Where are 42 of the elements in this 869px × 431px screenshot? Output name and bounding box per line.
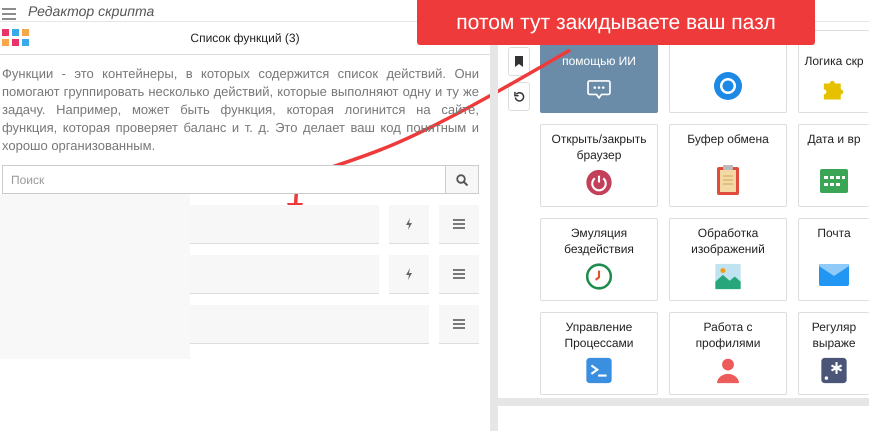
grid-logo-icon [2,29,30,47]
lightning-icon [405,218,413,230]
search-button[interactable] [445,166,478,193]
menu-icon [453,319,465,329]
panel-title: Список функций (3) [189,31,301,45]
action-tile[interactable]: Обработка изображений [669,218,787,301]
tile-label: помощью ИИ [562,53,636,69]
menu-button[interactable] [439,205,479,244]
tile-label: Эмуляция бездействия [563,225,635,257]
history-icon [514,91,524,102]
action-tile[interactable]: Буфер обмена [669,124,787,207]
tile-label: Логика скр [804,53,864,69]
action-tile[interactable]: Открыть/закрыть браузер [540,124,658,207]
action-tile[interactable]: Эмуляция бездействия [540,218,658,301]
tile-label: Буфер обмена [687,131,769,147]
action-tile[interactable]: Почта [798,218,869,301]
lightning-icon [405,268,413,280]
menu-icon[interactable] [2,8,16,20]
action-tile[interactable]: Логика скр [798,30,869,113]
ring-icon [712,70,744,102]
action-tile[interactable]: Регуляр выраже [798,312,869,395]
menu-button[interactable] [439,305,479,344]
bookmark-button[interactable] [508,47,530,76]
bookmark-icon [515,56,523,67]
tile-label: Работа с профилями [694,319,762,351]
history-button[interactable] [508,82,530,111]
window-title: Редактор скрипта [28,2,154,18]
search-icon [456,174,468,186]
menu-icon [453,269,465,279]
tile-label: Обработка изображений [690,225,766,257]
tile-label: Открыть/закрыть браузер [550,131,648,163]
action-tile[interactable]: Дата и вр [798,124,869,207]
tile-label: Дата и вр [808,131,860,147]
tile-label: Управление Процессами [563,319,634,351]
menu-icon [453,219,465,229]
clock-icon [583,263,615,290]
action-tile[interactable]: Работа с профилями [669,312,787,395]
annotation-tooltip: потом тут закидываете ваш пазл [417,0,815,45]
tile-label: Регуляр выраже [810,319,858,351]
menu-button[interactable] [439,255,479,294]
action-tile[interactable]: Управление Процессами [540,312,658,395]
tile-label: Почта [817,225,851,241]
